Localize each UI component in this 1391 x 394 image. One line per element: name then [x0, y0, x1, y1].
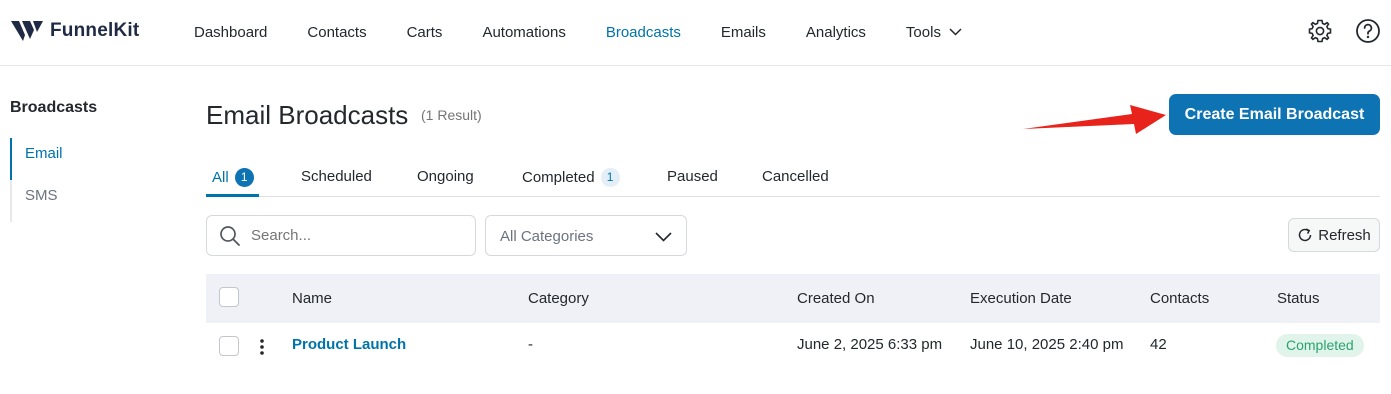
status-tabs: All 1 Scheduled Ongoing Completed 1 Paus…	[206, 160, 1380, 197]
category-selected-value: All Categories	[500, 228, 594, 245]
column-header-category: Category	[528, 290, 589, 307]
category-dropdown[interactable]: All Categories	[485, 215, 687, 256]
tab-scheduled[interactable]: Scheduled	[301, 168, 372, 185]
funnelkit-logo-icon	[11, 21, 43, 41]
search-input[interactable]	[251, 227, 451, 244]
nav-label: Dashboard	[194, 23, 268, 41]
top-utility-icons	[1307, 18, 1381, 44]
nav-item-automations[interactable]: Automations	[482, 24, 565, 41]
active-tab-indicator	[206, 194, 259, 197]
more-actions-icon[interactable]	[257, 337, 267, 357]
column-header-execution-date[interactable]: Execution Date	[970, 290, 1072, 307]
tab-completed[interactable]: Completed 1	[522, 168, 620, 187]
refresh-label: Refresh	[1318, 226, 1371, 244]
tab-paused[interactable]: Paused	[667, 168, 718, 185]
refresh-icon	[1299, 228, 1312, 242]
tab-label: Cancelled	[762, 168, 829, 185]
table-header: Name Category Created On Execution Date …	[206, 274, 1380, 323]
refresh-button[interactable]: Refresh	[1288, 218, 1380, 252]
page-title: Email Broadcasts	[206, 100, 409, 130]
created-on-cell: June 2, 2025 6:33 pm	[797, 336, 943, 353]
column-header-name[interactable]: Name	[292, 290, 332, 307]
annotation-arrow-icon	[1023, 105, 1166, 134]
status-badge: Completed	[1276, 334, 1364, 357]
nav-label: Automations	[482, 23, 566, 41]
column-header-contacts: Contacts	[1150, 290, 1210, 307]
nav-label: Emails	[720, 23, 766, 41]
tab-ongoing[interactable]: Ongoing	[417, 168, 474, 185]
tab-label: Scheduled	[301, 168, 372, 185]
search-icon	[220, 225, 240, 246]
nav-label: Broadcasts	[605, 23, 681, 41]
column-header-created-on[interactable]: Created On	[797, 290, 875, 307]
result-count: (1 Result)	[421, 107, 482, 123]
column-header-status: Status	[1277, 290, 1320, 307]
tab-cancelled[interactable]: Cancelled	[762, 168, 829, 185]
nav-item-contacts[interactable]: Contacts	[307, 24, 366, 41]
table-row: Product Launch - June 2, 2025 6:33 pm Ju…	[206, 323, 1380, 369]
nav-item-analytics[interactable]: Analytics	[806, 24, 866, 41]
main-nav: Dashboard Contacts Carts Automations Bro…	[194, 0, 1002, 64]
brand-logo[interactable]: FunnelKit	[10, 18, 139, 44]
count-badge: 1	[234, 168, 254, 187]
sidebar-title: Broadcasts	[10, 99, 98, 116]
nav-label: Tools	[905, 23, 941, 41]
category-cell: -	[528, 336, 533, 353]
nav-item-dashboard[interactable]: Dashboard	[194, 24, 267, 41]
tab-label: All	[212, 169, 229, 186]
brand-name: FunnelKit	[50, 20, 140, 41]
nav-item-emails[interactable]: Emails	[721, 24, 766, 41]
top-navigation-bar: FunnelKit Dashboard Contacts Carts Autom…	[0, 0, 1391, 66]
nav-item-tools[interactable]: Tools	[906, 24, 962, 41]
gear-icon[interactable]	[1307, 18, 1333, 44]
contacts-cell: 42	[1150, 336, 1167, 353]
chevron-down-icon	[949, 28, 962, 36]
nav-label: Analytics	[805, 23, 866, 41]
execution-date-cell: June 10, 2025 2:40 pm	[970, 336, 1124, 353]
nav-label: Contacts	[307, 23, 367, 41]
tab-all[interactable]: All 1	[212, 168, 254, 187]
nav-item-carts[interactable]: Carts	[407, 24, 443, 41]
sidebar-item-email[interactable]: Email	[10, 138, 170, 180]
tab-label: Paused	[667, 168, 718, 185]
chevron-down-icon	[655, 232, 672, 242]
nav-item-broadcasts[interactable]: Broadcasts	[606, 24, 681, 41]
select-all-checkbox[interactable]	[219, 287, 239, 307]
count-badge: 1	[600, 168, 620, 187]
nav-label: Carts	[406, 23, 443, 41]
sidebar-menu: Email SMS	[10, 138, 170, 222]
tab-label: Ongoing	[417, 168, 474, 185]
broadcast-name-link[interactable]: Product Launch	[292, 336, 406, 353]
tab-label: Completed	[522, 169, 595, 186]
row-checkbox[interactable]	[219, 336, 239, 356]
help-icon[interactable]	[1355, 18, 1381, 44]
search-box[interactable]	[206, 215, 476, 256]
sidebar-item-sms[interactable]: SMS	[12, 180, 170, 222]
create-email-broadcast-button[interactable]: Create Email Broadcast	[1169, 94, 1380, 135]
